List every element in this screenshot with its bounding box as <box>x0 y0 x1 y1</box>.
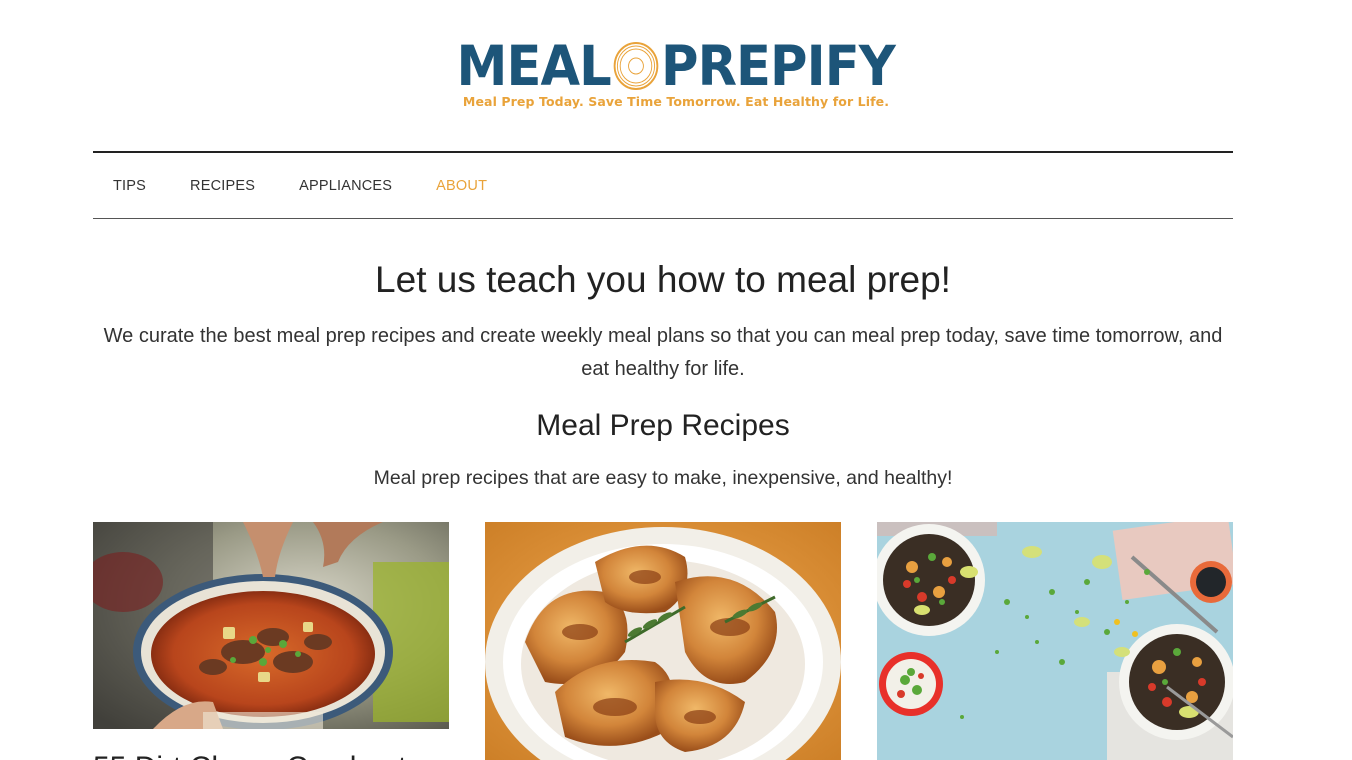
nav-item-tips[interactable]: TIPS <box>113 178 146 194</box>
nav-item-appliances[interactable]: APPLIANCES <box>299 178 392 194</box>
recipe-card[interactable] <box>877 522 1233 760</box>
main-nav: TIPS RECIPES APPLIANCES ABOUT <box>93 151 1233 219</box>
noodle-soup-photo[interactable] <box>93 522 449 729</box>
logo-text-right: PREPIFY <box>661 34 896 98</box>
section-title: Meal Prep Recipes <box>536 409 790 442</box>
salad-bowls-photo[interactable] <box>877 522 1233 760</box>
site-logo[interactable]: MEAL PREPIFY Meal Prep Today. Save Time … <box>0 38 1352 109</box>
nav-item-recipes[interactable]: RECIPES <box>190 178 255 194</box>
recipe-card[interactable]: 55 Dirt Cheap Crockpot <box>93 522 449 760</box>
nav-item-about[interactable]: ABOUT <box>436 178 487 194</box>
section-subtitle: Meal prep recipes that are easy to make,… <box>373 467 953 489</box>
recipe-card-title[interactable]: 55 Dirt Cheap Crockpot <box>93 751 449 760</box>
roast-chicken-photo[interactable] <box>485 522 841 760</box>
page: MEAL PREPIFY Meal Prep Today. Save Time … <box>0 0 1352 760</box>
recipe-card[interactable] <box>485 522 841 760</box>
logo-text-left: MEAL <box>456 34 612 98</box>
hero-title: Let us teach you how to meal prep! <box>375 259 951 300</box>
logo-wordmark: MEAL PREPIFY <box>456 34 896 98</box>
plate-icon <box>613 42 659 90</box>
hero-text: We curate the best meal prep recipes and… <box>103 325 1223 380</box>
